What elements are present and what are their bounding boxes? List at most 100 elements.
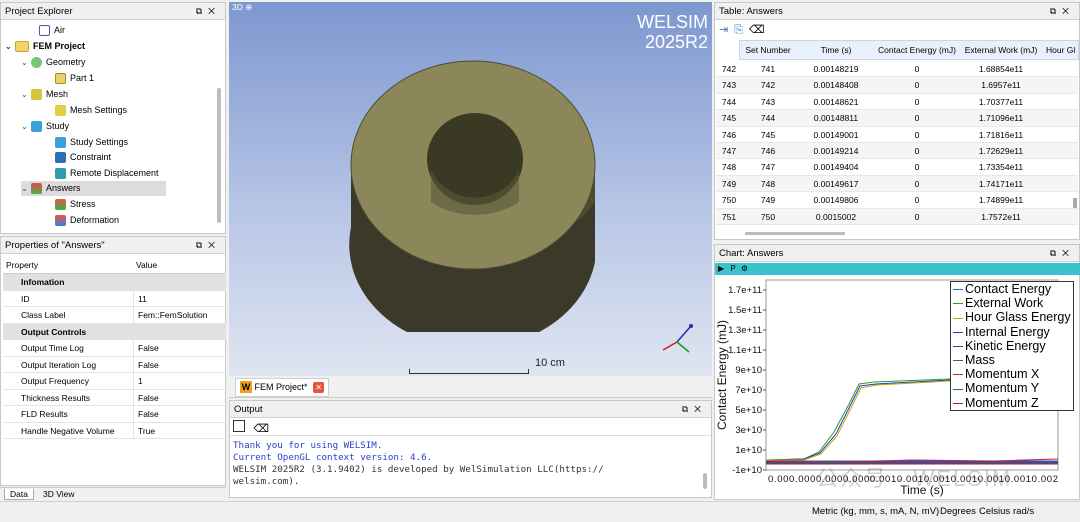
- gear-icon[interactable]: ⚙: [741, 264, 748, 273]
- explorer-scrollbar[interactable]: [217, 88, 221, 223]
- status-rate[interactable]: rad/s: [1013, 502, 1034, 522]
- panel-buttons[interactable]: ⧉✕: [196, 3, 221, 20]
- table-cell: 1.73354e11: [978, 162, 1024, 173]
- panel-buttons[interactable]: ⧉✕: [1050, 245, 1075, 262]
- table-row[interactable]: 742 741 0.00148219 0 1.68854e11: [716, 61, 1078, 78]
- property-value[interactable]: False: [138, 357, 159, 373]
- property-value[interactable]: True: [138, 423, 155, 439]
- viewport-3d[interactable]: 3D ⊕ WELSIM 2025R2 10 cm: [229, 2, 712, 376]
- ring-model[interactable]: [339, 52, 619, 332]
- tree-item-mesh-settings[interactable]: Mesh Settings: [55, 103, 127, 118]
- legend-item[interactable]: Momentum Z: [953, 396, 1039, 410]
- row-index: 747: [721, 146, 737, 156]
- table-cell: 1.6957e11: [981, 80, 1021, 91]
- properties-title: Properties of "Answers" ⧉✕: [1, 237, 225, 254]
- tree-item-air[interactable]: Air: [39, 23, 65, 38]
- property-row[interactable]: ID 11: [3, 290, 226, 307]
- legend-item[interactable]: Internal Energy: [953, 325, 1050, 339]
- clear-icon[interactable]: ⌫: [749, 24, 771, 36]
- chevron-down-icon[interactable]: ⌄: [21, 87, 31, 102]
- copy-icon[interactable]: ⎘: [734, 24, 749, 36]
- property-value[interactable]: Fem::FemSolution: [138, 307, 207, 323]
- y-tick-label: 5e+10: [735, 405, 762, 416]
- property-value[interactable]: False: [138, 390, 159, 406]
- property-row[interactable]: Class Label Fem::FemSolution: [3, 307, 226, 324]
- table-hscrollbar[interactable]: [745, 232, 845, 235]
- tree-item-deformation[interactable]: Deformation: [55, 213, 119, 228]
- property-value[interactable]: 11: [138, 291, 147, 307]
- legend-item[interactable]: Momentum X: [953, 367, 1039, 381]
- export-icon[interactable]: ⇥: [719, 24, 734, 36]
- output-scrollbar[interactable]: [703, 473, 707, 489]
- table-row[interactable]: 747 746 0.00149214 0 1.72629e11: [716, 143, 1078, 160]
- property-row[interactable]: Output Time Log False: [3, 340, 226, 357]
- properties-panel: Properties of "Answers" ⧉✕ Property Value…: [0, 236, 226, 486]
- table-row[interactable]: 751 750 0.0015002 0 1.7572e11: [716, 208, 1078, 225]
- chevron-down-icon[interactable]: ⌄: [21, 119, 31, 134]
- tree-item-fem-project[interactable]: ⌄ FEM Project: [5, 39, 85, 54]
- table-row[interactable]: 748 747 0.00149404 0 1.73354e11: [716, 159, 1078, 176]
- property-group[interactable]: Output Controls: [3, 323, 226, 340]
- property-row[interactable]: FLD Results False: [3, 406, 226, 423]
- status-units[interactable]: Metric (kg, mm, s, mA, N, mV): [812, 502, 939, 522]
- save-icon[interactable]: [233, 420, 245, 432]
- tree-item-constraint[interactable]: Constraint: [55, 150, 111, 165]
- table-cell: 741: [760, 64, 776, 74]
- status-angle[interactable]: Degrees: [940, 502, 976, 522]
- close-icon[interactable]: ✕: [313, 382, 325, 393]
- tree-item-mesh[interactable]: ⌄ Mesh: [21, 87, 68, 102]
- panel-buttons[interactable]: ⧉✕: [196, 237, 221, 254]
- tab-data[interactable]: Data: [4, 489, 34, 500]
- tree-item-answers[interactable]: ⌄ Answers: [21, 181, 166, 196]
- tree-item-geometry[interactable]: ⌄ Geometry: [21, 55, 86, 70]
- legend-item[interactable]: Hour Glass Energy: [953, 310, 1071, 324]
- property-value[interactable]: False: [138, 340, 159, 356]
- pointer-icon[interactable]: ▶: [718, 264, 724, 273]
- y-tick-label: 1.3e+11: [728, 325, 762, 336]
- y-tick-label: 7e+10: [735, 385, 762, 396]
- chevron-down-icon[interactable]: ⌄: [5, 39, 15, 54]
- pan-button[interactable]: P: [730, 264, 735, 273]
- property-group[interactable]: Infomation: [3, 274, 226, 291]
- column-header[interactable]: Hour Gl: [1044, 41, 1080, 60]
- tree-item-study[interactable]: ⌄ Study: [21, 119, 69, 134]
- clear-icon[interactable]: ⌫: [254, 423, 270, 435]
- column-header[interactable]: Time (s): [800, 41, 872, 60]
- property-row[interactable]: Output Iteration Log False: [3, 356, 226, 373]
- column-header[interactable]: Contact Energy (mJ): [874, 41, 960, 60]
- property-row[interactable]: Output Frequency 1: [3, 373, 226, 390]
- tree-item-remote-displacement[interactable]: Remote Displacement: [55, 166, 159, 181]
- document-tab[interactable]: W FEM Project* ✕: [235, 378, 330, 397]
- table-row[interactable]: 743 742 0.00148408 0 1.6957e11: [716, 77, 1078, 94]
- tree-item-stress[interactable]: Stress: [55, 197, 96, 212]
- table-row[interactable]: 744 743 0.00148621 0 1.70377e11: [716, 94, 1078, 111]
- table-cell: 749: [760, 195, 776, 206]
- legend-item[interactable]: Contact Energy: [953, 282, 1051, 296]
- table-row[interactable]: 745 744 0.00148811 0 1.71096e11: [716, 110, 1078, 127]
- legend-item[interactable]: Momentum Y: [953, 381, 1039, 395]
- property-row[interactable]: Thickness Results False: [3, 389, 226, 406]
- tab-3d-view[interactable]: 3D View: [38, 489, 80, 499]
- legend-item[interactable]: Mass: [953, 353, 995, 367]
- table-row[interactable]: 746 745 0.00149001 0 1.71816e11: [716, 127, 1078, 143]
- table-row[interactable]: 749 748 0.00149617 0 1.74171e11: [716, 175, 1078, 193]
- table-row[interactable]: 750 749 0.00149806 0 1.74899e11: [716, 192, 1078, 209]
- legend-swatch: [953, 346, 963, 347]
- property-value[interactable]: 1: [138, 373, 143, 389]
- property-row[interactable]: Handle Negative Volume True: [3, 422, 226, 439]
- status-temp[interactable]: Celsius: [979, 502, 1010, 522]
- tree-item-part-1[interactable]: Part 1: [55, 71, 94, 86]
- chevron-down-icon[interactable]: ⌄: [21, 181, 31, 196]
- legend-item[interactable]: Kinetic Energy: [953, 339, 1046, 353]
- table-cell: 0.00149404: [813, 162, 859, 173]
- chevron-down-icon[interactable]: ⌄: [21, 55, 31, 70]
- column-header[interactable]: Set Number: [740, 41, 796, 60]
- panel-buttons[interactable]: ⧉✕: [1050, 3, 1075, 20]
- panel-buttons[interactable]: ⧉✕: [682, 401, 707, 418]
- property-value[interactable]: False: [138, 406, 159, 422]
- column-header[interactable]: External Work (mJ): [960, 41, 1042, 60]
- legend-item[interactable]: External Work: [953, 296, 1043, 310]
- move-icon[interactable]: ⊕: [245, 2, 252, 12]
- tree-item-study-settings[interactable]: Study Settings: [55, 135, 128, 150]
- viewport-tab[interactable]: 3D ⊕: [232, 2, 252, 13]
